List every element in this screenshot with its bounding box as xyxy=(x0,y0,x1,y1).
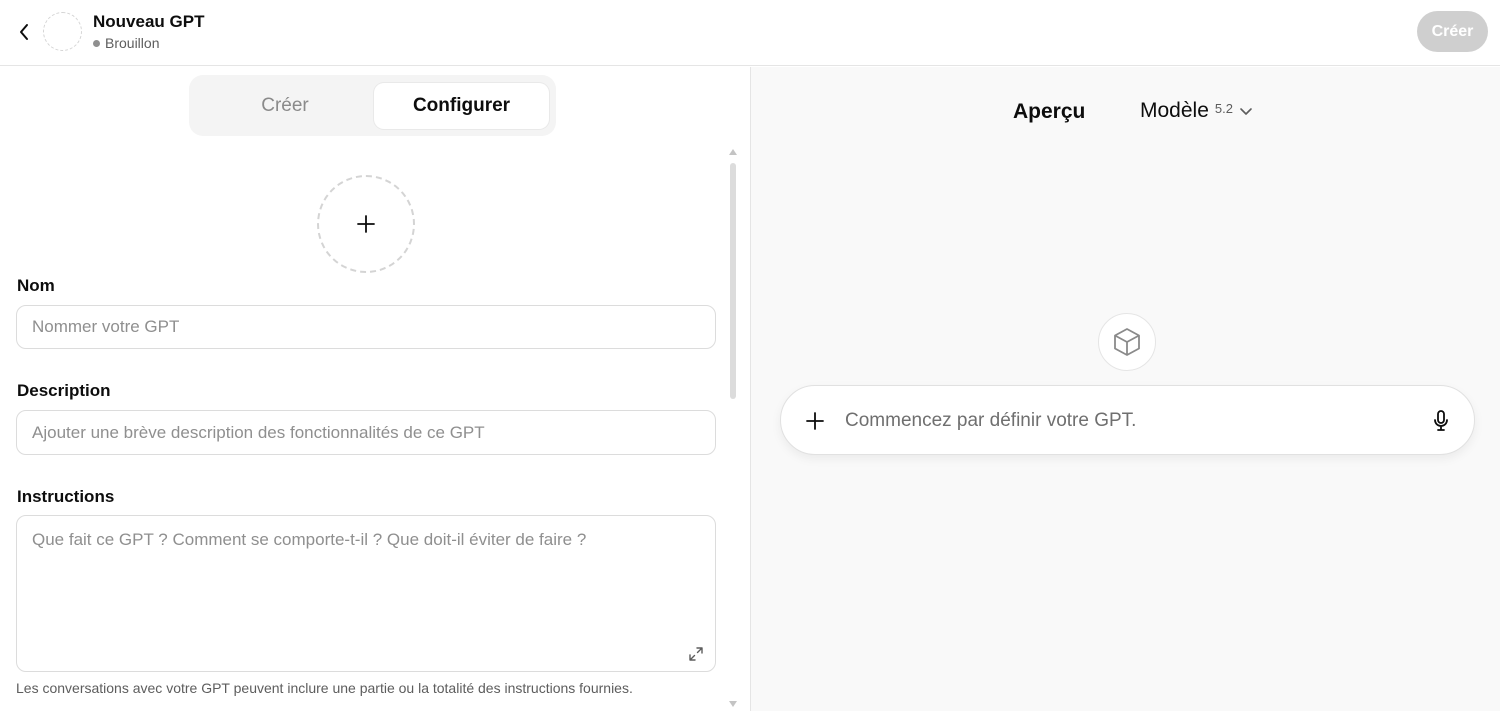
name-input[interactable] xyxy=(16,305,716,349)
chevron-down-icon xyxy=(1240,108,1252,115)
tab-configurer[interactable]: Configurer xyxy=(374,83,549,129)
status-dot xyxy=(93,39,100,47)
gpt-avatar[interactable] xyxy=(43,12,82,51)
model-version: 5.2 xyxy=(1214,100,1233,116)
description-label: Description xyxy=(17,381,111,400)
instructions-textarea[interactable] xyxy=(16,515,716,672)
expand-icon xyxy=(689,647,703,661)
status-label: Brouillon xyxy=(105,35,160,51)
attach-button[interactable] xyxy=(803,409,827,433)
tab-creer[interactable]: Créer xyxy=(199,83,371,129)
plus-icon xyxy=(357,215,375,233)
preview-title: Aperçu xyxy=(1013,100,1086,123)
microphone-button[interactable] xyxy=(1429,408,1453,434)
gpt-placeholder-icon xyxy=(1098,313,1156,371)
gpt-title: Nouveau GPT xyxy=(93,12,205,31)
upload-image-button[interactable] xyxy=(317,175,415,273)
description-input[interactable] xyxy=(16,410,716,455)
scroll-down-arrow[interactable] xyxy=(729,701,737,707)
composer-input[interactable] xyxy=(845,404,1405,438)
expand-button[interactable] xyxy=(687,645,705,663)
model-label: Modèle xyxy=(1140,99,1209,122)
microphone-icon xyxy=(1434,410,1448,431)
mode-tabs: Créer Configurer xyxy=(189,75,556,136)
composer xyxy=(780,385,1475,455)
config-panel: Créer Configurer Nom Description Instruc… xyxy=(0,67,750,711)
scrollbar-thumb[interactable] xyxy=(730,163,736,399)
instructions-label: Instructions xyxy=(17,487,115,506)
chevron-left-icon xyxy=(20,24,28,40)
name-label: Nom xyxy=(17,276,55,295)
scroll-up-arrow[interactable] xyxy=(729,149,737,155)
cube-icon xyxy=(1114,328,1140,356)
status-line: Brouillon xyxy=(93,35,159,51)
preview-panel: Aperçu Modèle 5.2 xyxy=(751,67,1500,711)
scrollbar[interactable] xyxy=(728,149,738,711)
plus-icon xyxy=(806,412,824,430)
instructions-hint: Les conversations avec votre GPT peuvent… xyxy=(16,680,633,696)
create-gpt-button[interactable]: Créer xyxy=(1417,11,1488,52)
back-button[interactable] xyxy=(12,18,36,46)
model-selector[interactable]: Modèle 5.2 xyxy=(1140,99,1253,123)
top-header: Nouveau GPT Brouillon Créer xyxy=(0,0,1500,66)
